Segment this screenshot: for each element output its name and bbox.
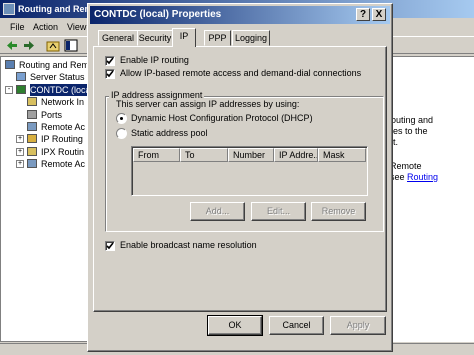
details-text-5: see Routing bbox=[390, 172, 438, 183]
tree-node-icon bbox=[27, 146, 37, 156]
radio-selected-dot bbox=[120, 117, 123, 120]
tree-item-label: Remote Ac bbox=[41, 159, 86, 170]
expand-icon[interactable]: + bbox=[16, 160, 24, 169]
forward-arrow-icon[interactable] bbox=[22, 39, 36, 52]
dialog-title: CONTDC (local) Properties ? X bbox=[90, 6, 390, 24]
static-pool-radio[interactable] bbox=[116, 128, 127, 139]
up-folder-icon[interactable] bbox=[46, 39, 60, 52]
edit-button[interactable]: Edit... bbox=[251, 202, 306, 221]
broadcast-name-resolution-checkbox[interactable] bbox=[105, 241, 115, 251]
menu-action[interactable]: Action bbox=[33, 19, 58, 35]
properties-dialog: CONTDC (local) Properties ? X General Se… bbox=[87, 3, 393, 352]
remove-button[interactable]: Remove bbox=[311, 202, 366, 221]
dhcp-label: Dynamic Host Configuration Protocol (DHC… bbox=[131, 113, 313, 123]
cancel-button[interactable]: Cancel bbox=[269, 316, 324, 335]
dialog-title-text: CONTDC (local) Properties bbox=[94, 9, 222, 20]
tree-node-icon bbox=[27, 159, 37, 169]
tree-node-icon bbox=[5, 60, 15, 69]
checkmark-icon bbox=[106, 57, 114, 65]
allow-ip-access-checkbox[interactable] bbox=[105, 69, 115, 79]
tree-item-label: Network In bbox=[41, 97, 85, 108]
tree-item-label: CONTDC (local) bbox=[30, 83, 91, 96]
tab-general[interactable]: General bbox=[98, 30, 138, 46]
console-tree: Routing and Remo Server Status - CONTDC (lo… bbox=[0, 56, 92, 342]
add-button[interactable]: Add... bbox=[190, 202, 245, 221]
collapse-icon[interactable]: - bbox=[5, 85, 13, 94]
checkmark-icon bbox=[106, 70, 114, 78]
tree-node-icon bbox=[27, 134, 37, 144]
details-text-1: routing and bbox=[388, 115, 434, 125]
broadcast-name-resolution-label: Enable broadcast name resolution bbox=[120, 240, 257, 250]
tree-item-label: Remote Ac bbox=[41, 122, 86, 132]
help-button[interactable]: ? bbox=[356, 8, 370, 21]
enable-ip-routing-checkbox[interactable] bbox=[105, 56, 115, 66]
close-button[interactable]: X bbox=[372, 8, 386, 21]
tree-item-label: IPX Routin bbox=[41, 146, 85, 157]
ip-assignment-description: This server can assign IP addresses by u… bbox=[116, 99, 300, 109]
column-header-ip-address[interactable]: IP Addre... bbox=[274, 148, 318, 162]
static-pool-label: Static address pool bbox=[131, 128, 208, 138]
column-header-number[interactable]: Number bbox=[228, 148, 274, 162]
menu-view[interactable]: View bbox=[67, 19, 86, 35]
details-text-2: ges to the bbox=[388, 126, 428, 136]
address-pool-list[interactable]: From To Number IP Addre... Mask bbox=[131, 146, 368, 196]
details-pane: routing and ges to the et. Remote see Ro… bbox=[388, 56, 474, 342]
tab-ppp[interactable]: PPP bbox=[204, 30, 231, 46]
column-header-to[interactable]: To bbox=[180, 148, 228, 162]
tab-ip[interactable]: IP bbox=[172, 28, 196, 47]
tree-item-label: Routing and Remo bbox=[19, 60, 92, 70]
details-text-4: Remote bbox=[390, 161, 422, 171]
routing-link[interactable]: Routing bbox=[407, 172, 438, 182]
checkmark-icon bbox=[106, 242, 114, 250]
dhcp-radio[interactable] bbox=[116, 113, 127, 124]
tree-node-icon bbox=[16, 72, 26, 82]
ok-button[interactable]: OK bbox=[207, 315, 263, 336]
tab-security[interactable]: Security bbox=[137, 30, 173, 46]
tab-logging[interactable]: Logging bbox=[232, 30, 270, 46]
expand-icon[interactable]: + bbox=[16, 147, 24, 156]
show-tree-icon[interactable] bbox=[64, 39, 78, 52]
tree-item-label: Server Status bbox=[30, 72, 85, 83]
expand-icon[interactable]: + bbox=[16, 135, 24, 144]
tree-item-label: IP Routing bbox=[41, 134, 83, 145]
menu-file[interactable]: File bbox=[10, 19, 25, 35]
tree-node-icon bbox=[27, 97, 37, 107]
column-header-from[interactable]: From bbox=[133, 148, 180, 162]
tree-node-icon bbox=[27, 122, 37, 131]
tree-item-label: Ports bbox=[41, 109, 63, 120]
apply-button[interactable]: Apply bbox=[330, 316, 386, 335]
allow-ip-access-label: Allow IP-based remote access and demand-… bbox=[120, 68, 362, 78]
enable-ip-routing-label: Enable IP routing bbox=[120, 55, 189, 65]
back-arrow-icon[interactable] bbox=[5, 39, 19, 52]
mmc-app-icon bbox=[3, 3, 15, 15]
tree-node-icon bbox=[16, 84, 26, 94]
tree-node-icon bbox=[27, 109, 37, 119]
column-header-mask[interactable]: Mask bbox=[318, 148, 366, 162]
